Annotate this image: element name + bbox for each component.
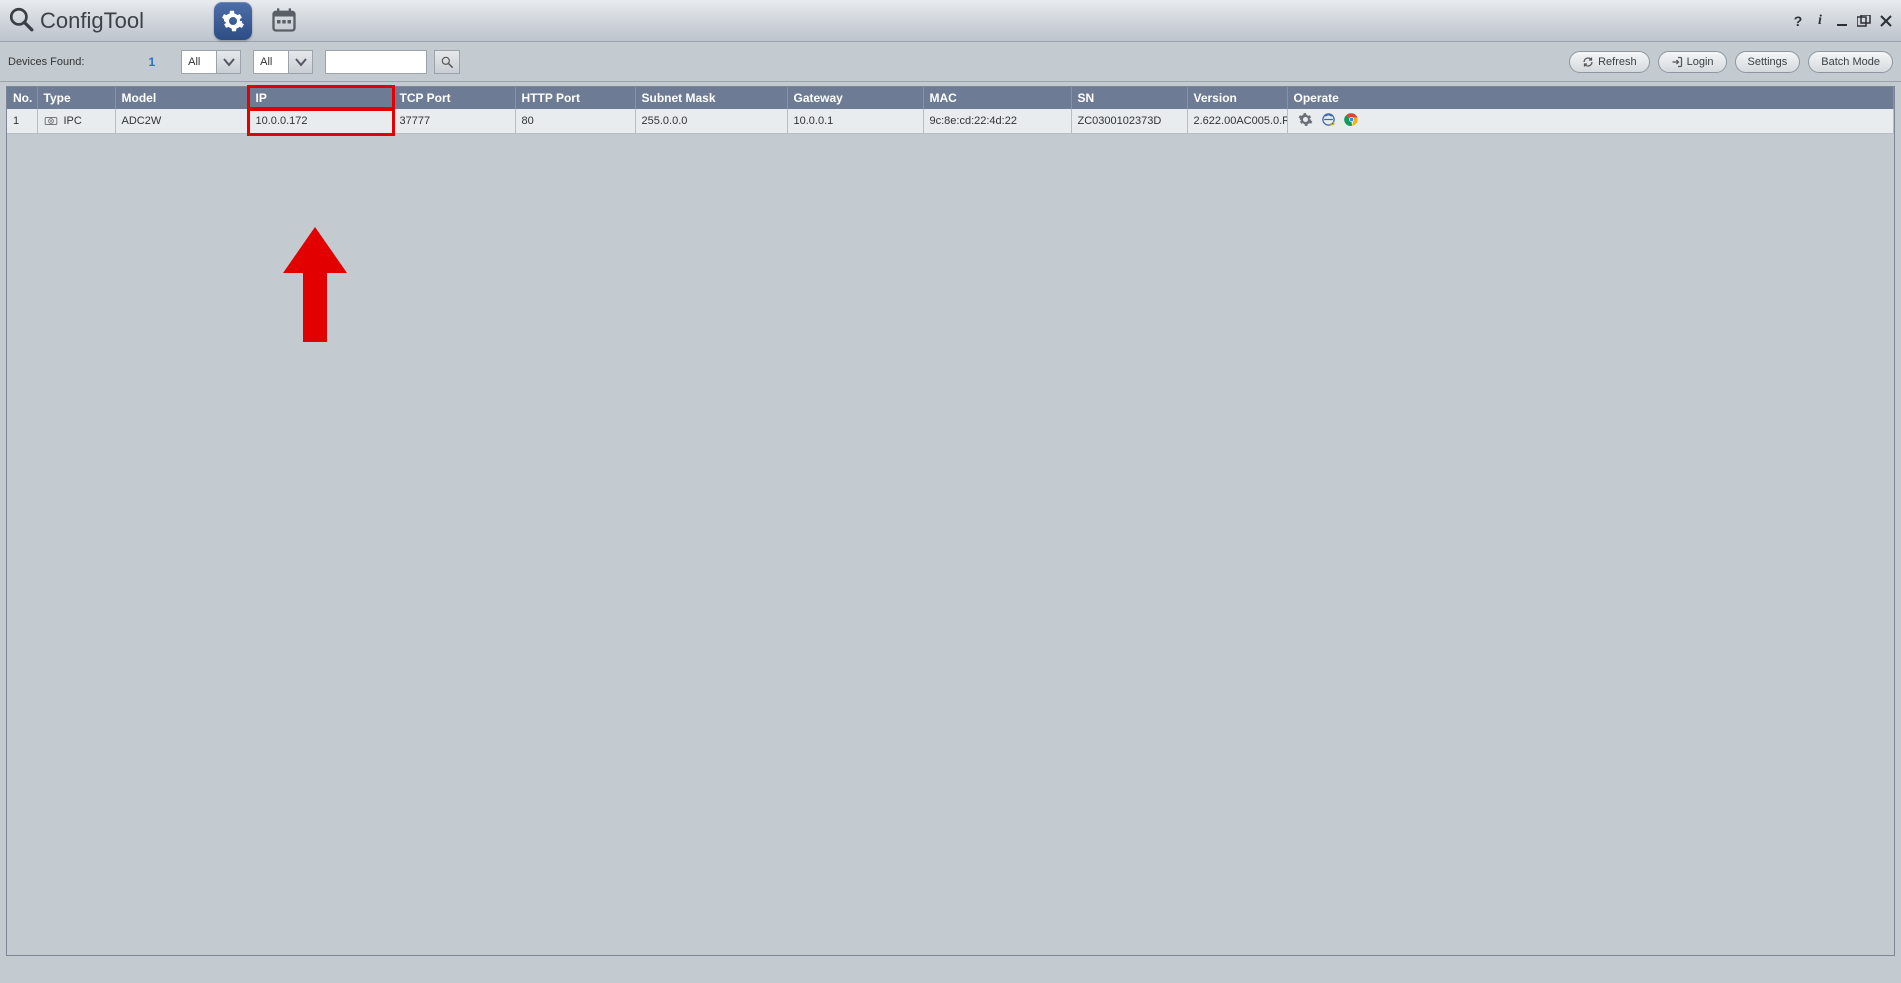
gear-icon bbox=[221, 9, 245, 33]
table-header: No. Type Model IP TCP Port HTTP Port Sub… bbox=[7, 87, 1894, 109]
th-sn[interactable]: SN bbox=[1071, 87, 1187, 109]
batchmode-button[interactable]: Batch Mode bbox=[1808, 51, 1893, 73]
gear-icon bbox=[1298, 112, 1313, 127]
th-no[interactable]: No. bbox=[7, 87, 37, 109]
help-icon[interactable]: ? bbox=[1791, 14, 1805, 28]
th-model[interactable]: Model bbox=[115, 87, 249, 109]
devices-found-label: Devices Found: bbox=[8, 56, 84, 68]
camera-icon bbox=[44, 114, 58, 128]
operate-chrome-button[interactable] bbox=[1344, 112, 1359, 130]
minimize-icon[interactable] bbox=[1835, 14, 1849, 28]
cell-type: IPC bbox=[37, 109, 115, 134]
cell-tcp: 37777 bbox=[393, 109, 515, 134]
cell-gateway: 10.0.0.1 bbox=[787, 109, 923, 134]
batchmode-label: Batch Mode bbox=[1821, 56, 1880, 68]
refresh-button[interactable]: Refresh bbox=[1569, 51, 1650, 73]
th-tcp[interactable]: TCP Port bbox=[393, 87, 515, 109]
search-input[interactable] bbox=[325, 50, 427, 74]
cell-mac: 9c:8e:cd:22:4d:22 bbox=[923, 109, 1071, 134]
login-button[interactable]: Login bbox=[1658, 51, 1727, 73]
search-icon bbox=[440, 55, 454, 69]
title-bar-icons bbox=[214, 2, 302, 40]
settings-button[interactable]: Settings bbox=[1735, 51, 1801, 73]
login-icon bbox=[1671, 56, 1683, 68]
filter1-value: All bbox=[182, 51, 216, 73]
cell-version: 2.622.00AC005.0.R bbox=[1187, 109, 1287, 134]
filter2-combo[interactable]: All bbox=[253, 50, 313, 74]
device-table: No. Type Model IP TCP Port HTTP Port Sub… bbox=[7, 87, 1894, 134]
window-controls: ? i bbox=[1791, 14, 1893, 28]
chevron-down-icon[interactable] bbox=[216, 51, 240, 73]
magnify-icon bbox=[8, 6, 34, 35]
operate-config-button[interactable] bbox=[1298, 112, 1313, 130]
close-icon[interactable] bbox=[1879, 14, 1893, 28]
gear-tab-button[interactable] bbox=[214, 2, 252, 40]
maximize-icon[interactable] bbox=[1857, 14, 1871, 28]
cell-http: 80 bbox=[515, 109, 635, 134]
th-subnet[interactable]: Subnet Mask bbox=[635, 87, 787, 109]
calendar-tab-button[interactable] bbox=[266, 2, 302, 38]
login-label: Login bbox=[1687, 56, 1714, 68]
cell-model: ADC2W bbox=[115, 109, 249, 134]
app-name: ConfigTool bbox=[40, 8, 144, 34]
title-bar: ConfigTool ? i bbox=[0, 0, 1901, 42]
th-ip[interactable]: IP bbox=[249, 87, 393, 109]
th-version[interactable]: Version bbox=[1187, 87, 1287, 109]
ie-icon bbox=[1321, 112, 1336, 127]
device-table-wrap: No. Type Model IP TCP Port HTTP Port Sub… bbox=[6, 86, 1895, 956]
chevron-down-icon[interactable] bbox=[288, 51, 312, 73]
settings-label: Settings bbox=[1748, 56, 1788, 68]
table-row[interactable]: 1 IPC ADC2W 10.0.0.172 37777 80 255.0.0.… bbox=[7, 109, 1894, 134]
right-buttons-group: Refresh Login Settings Batch Mode bbox=[1569, 51, 1893, 73]
filter1-combo[interactable]: All bbox=[181, 50, 241, 74]
calendar-icon bbox=[270, 6, 298, 34]
cell-ip: 10.0.0.172 bbox=[249, 109, 393, 134]
th-gateway[interactable]: Gateway bbox=[787, 87, 923, 109]
cell-subnet: 255.0.0.0 bbox=[635, 109, 787, 134]
cell-no: 1 bbox=[7, 109, 37, 134]
chrome-icon bbox=[1344, 112, 1359, 127]
cell-sn: ZC0300102373D bbox=[1071, 109, 1187, 134]
refresh-label: Refresh bbox=[1598, 56, 1637, 68]
cell-operate bbox=[1287, 109, 1894, 134]
filter-toolbar: Devices Found: 1 All All Refresh Login S… bbox=[0, 42, 1901, 82]
info-icon[interactable]: i bbox=[1813, 14, 1827, 28]
app-logo: ConfigTool bbox=[8, 6, 144, 35]
refresh-icon bbox=[1582, 56, 1594, 68]
th-mac[interactable]: MAC bbox=[923, 87, 1071, 109]
filter2-value: All bbox=[254, 51, 288, 73]
th-http[interactable]: HTTP Port bbox=[515, 87, 635, 109]
red-arrow-annotation bbox=[275, 227, 355, 347]
search-button[interactable] bbox=[434, 50, 460, 74]
th-type[interactable]: Type bbox=[37, 87, 115, 109]
type-text: IPC bbox=[64, 115, 82, 127]
operate-ie-button[interactable] bbox=[1321, 112, 1336, 130]
devices-found-count: 1 bbox=[148, 55, 155, 69]
th-operate[interactable]: Operate bbox=[1287, 87, 1894, 109]
